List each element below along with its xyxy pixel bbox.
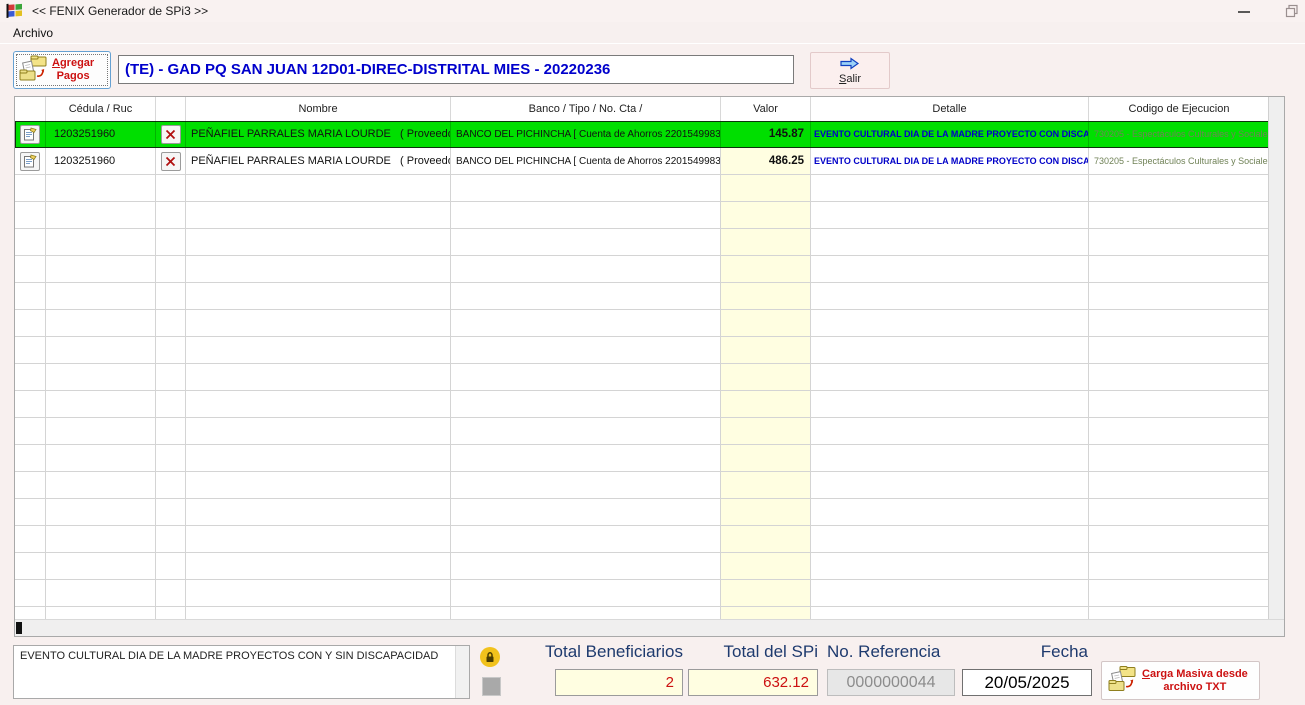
footer-panel: EVENTO CULTURAL DIA DE LA MADRE PROYECTO… xyxy=(0,637,1305,705)
exit-arrow-icon xyxy=(839,57,861,73)
cell-codigo: 730205 - Espectáculos Culturales y Socia… xyxy=(1089,148,1269,175)
cell-codigo: 730205 - Espectáculos Culturales y Socia… xyxy=(1089,121,1269,148)
total-spi-label: Total del SPi xyxy=(688,642,818,662)
table-row[interactable]: 1203251960 PEÑAFIEL PARRALES MARIA LOURD… xyxy=(15,121,1269,148)
delete-row-button[interactable] xyxy=(161,152,181,171)
table-row-empty[interactable] xyxy=(15,391,1269,418)
table-row-empty[interactable] xyxy=(15,310,1269,337)
minimize-icon[interactable] xyxy=(1237,4,1251,18)
table-row-empty[interactable] xyxy=(15,526,1269,553)
header-banco[interactable]: Banco / Tipo / No. Cta / xyxy=(451,97,721,121)
cell-nombre: PEÑAFIEL PARRALES MARIA LOURDE ( Proveed… xyxy=(186,148,451,175)
total-beneficiarios-label: Total Beneficiarios xyxy=(510,642,683,662)
table-row[interactable]: 1203251960 PEÑAFIEL PARRALES MARIA LOURD… xyxy=(15,148,1269,175)
carga-masiva-label: Carga Masiva desde archivo TXT xyxy=(1142,668,1248,693)
fecha-field[interactable]: 20/05/2025 xyxy=(962,669,1092,696)
carga-masiva-button[interactable]: Carga Masiva desde archivo TXT xyxy=(1101,661,1260,700)
no-referencia-field: 0000000044 xyxy=(827,669,955,696)
delete-row-button[interactable] xyxy=(161,125,181,144)
table-row-empty[interactable] xyxy=(15,229,1269,256)
table-row-empty[interactable] xyxy=(15,364,1269,391)
lock-icon xyxy=(480,647,500,667)
entity-title-field[interactable] xyxy=(118,55,794,84)
table-header: Cédula / Ruc Nombre Banco / Tipo / No. C… xyxy=(15,97,1284,122)
detalle-textarea[interactable]: EVENTO CULTURAL DIA DE LA MADRE PROYECTO… xyxy=(13,645,470,699)
table-row-empty[interactable] xyxy=(15,283,1269,310)
table-row-empty[interactable] xyxy=(15,418,1269,445)
app-windows-logo-icon xyxy=(6,3,24,19)
status-square-button[interactable] xyxy=(482,677,501,696)
textarea-scrollbar[interactable] xyxy=(455,646,469,698)
cell-detalle: EVENTO CULTURAL DIA DE LA MADRE PROYECTO… xyxy=(811,148,1089,175)
menu-bar: Archivo xyxy=(0,22,1305,44)
table-row-empty[interactable] xyxy=(15,499,1269,526)
header-nombre[interactable]: Nombre xyxy=(186,97,451,121)
salir-button[interactable]: Salir xyxy=(810,52,890,89)
horizontal-scrollbar[interactable] xyxy=(15,619,1284,636)
cell-cedula: 1203251960 xyxy=(46,148,156,175)
table-row-empty[interactable] xyxy=(15,445,1269,472)
cell-banco: BANCO DEL PICHINCHA [ Cuenta de Ahorros … xyxy=(451,121,721,148)
restore-icon[interactable] xyxy=(1285,4,1299,18)
header-icon-col xyxy=(15,97,46,121)
table-row-empty[interactable] xyxy=(15,553,1269,580)
cell-valor: 486.25 xyxy=(721,148,811,175)
cell-cedula: 1203251960 xyxy=(46,121,156,148)
table-row-empty[interactable] xyxy=(15,580,1269,607)
folder-arrow-icon xyxy=(1107,665,1137,696)
header-delete-col xyxy=(156,97,186,121)
vertical-scrollbar[interactable] xyxy=(1268,97,1284,620)
header-valor[interactable]: Valor xyxy=(721,97,811,121)
edit-row-button[interactable] xyxy=(20,125,40,144)
header-detalle[interactable]: Detalle xyxy=(811,97,1089,121)
salir-label: Salir xyxy=(839,73,861,85)
edit-row-button[interactable] xyxy=(20,152,40,171)
horizontal-scrollbar-thumb[interactable] xyxy=(16,622,22,634)
cell-valor: 145.87 xyxy=(721,121,811,148)
total-beneficiarios-field: 2 xyxy=(555,669,683,696)
agregar-pagos-button[interactable]: Agregar Pagos xyxy=(13,51,111,89)
no-referencia-label: No. Referencia xyxy=(827,642,967,662)
header-codigo[interactable]: Codigo de Ejecucion xyxy=(1089,97,1269,121)
table-row-empty[interactable] xyxy=(15,175,1269,202)
menu-archivo[interactable]: Archivo xyxy=(9,24,57,42)
table-row-empty[interactable] xyxy=(15,256,1269,283)
fecha-label: Fecha xyxy=(962,642,1088,662)
total-spi-field: 632.12 xyxy=(688,669,818,696)
cell-detalle: EVENTO CULTURAL DIA DE LA MADRE PROYECTO… xyxy=(811,121,1089,148)
title-bar: << FENIX Generador de SPi3 >> xyxy=(0,0,1305,22)
header-cedula[interactable]: Cédula / Ruc xyxy=(46,97,156,121)
folder-arrow-icon xyxy=(18,55,48,85)
agregar-pagos-label: Agregar Pagos xyxy=(52,57,94,82)
table-row-empty[interactable] xyxy=(15,472,1269,499)
cell-nombre: PEÑAFIEL PARRALES MARIA LOURDE ( Proveed… xyxy=(186,121,451,148)
toolbar: Agregar Pagos Salir xyxy=(0,44,1305,94)
table-row-empty[interactable] xyxy=(15,202,1269,229)
cell-banco: BANCO DEL PICHINCHA [ Cuenta de Ahorros … xyxy=(451,148,721,175)
table-row-empty[interactable] xyxy=(15,337,1269,364)
window-controls xyxy=(1237,0,1299,22)
window-title: << FENIX Generador de SPi3 >> xyxy=(32,4,208,18)
payments-table: Cédula / Ruc Nombre Banco / Tipo / No. C… xyxy=(14,96,1285,637)
table-body: 1203251960 PEÑAFIEL PARRALES MARIA LOURD… xyxy=(15,121,1269,620)
